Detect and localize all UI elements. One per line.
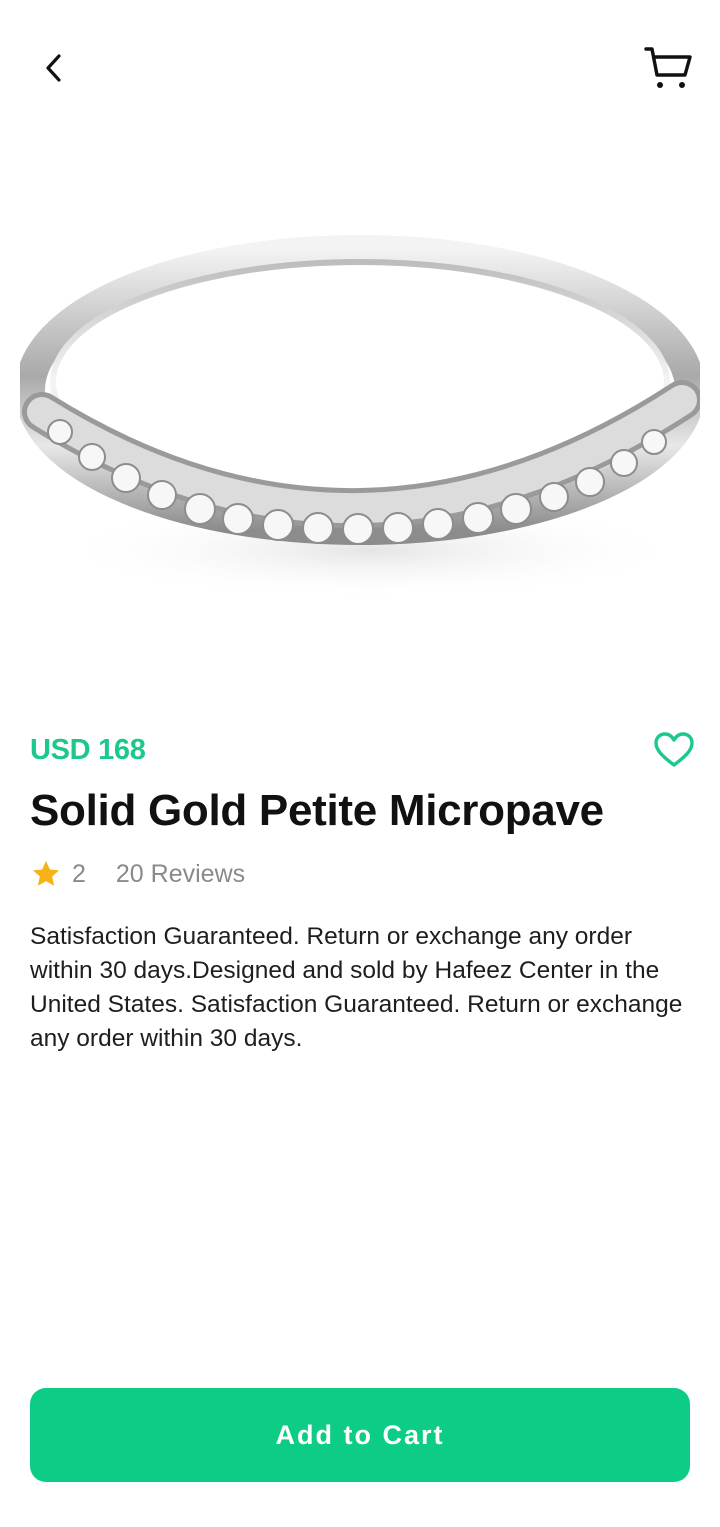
heart-outline-icon [654, 732, 694, 767]
price-row: USD 168 [30, 726, 694, 774]
add-to-cart-button[interactable]: Add to Cart [30, 1388, 690, 1482]
ring-image [20, 235, 700, 600]
cart-button[interactable] [638, 40, 698, 96]
product-title: Solid Gold Petite Micropave [30, 786, 604, 835]
review-count-link[interactable]: 20 Reviews [116, 860, 245, 889]
star-icon [30, 857, 64, 891]
add-to-cart-label: Add to Cart [275, 1419, 445, 1450]
product-description: Satisfaction Guaranteed. Return or excha… [30, 923, 683, 1052]
product-detail-screen: USD 168 Solid Gold Petite Micropave 2 20… [0, 0, 720, 1527]
chevron-left-icon [46, 54, 61, 82]
product-image [20, 150, 700, 670]
shopping-cart-icon [644, 47, 692, 88]
rating-value: 2 [72, 859, 86, 888]
product-price: USD 168 [30, 733, 146, 766]
back-button[interactable] [30, 44, 78, 92]
favorite-button[interactable] [650, 726, 698, 774]
rating-row: 2 20 Reviews [30, 856, 245, 892]
top-bar [0, 0, 720, 130]
